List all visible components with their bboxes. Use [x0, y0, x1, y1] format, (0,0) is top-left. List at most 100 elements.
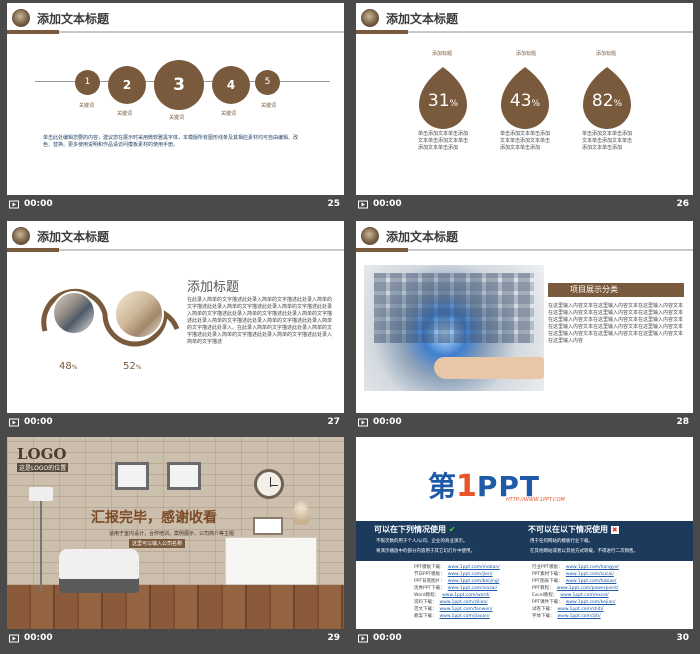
play-icon[interactable]	[358, 633, 368, 643]
slide-footer: 00:00 29	[7, 629, 344, 648]
slide-30[interactable]: 第1PPT HTTP://WWW.1PPT.COM 可以在下列情况使用 ✔ 不可…	[356, 437, 693, 629]
link-row: 资料下载： www.1ppt.com/ziliao/	[414, 599, 524, 606]
link-url[interactable]: www.1ppt.com/shiti/	[558, 607, 604, 612]
section-heading: 添加标题	[187, 280, 240, 295]
title-underline-accent	[7, 30, 59, 34]
slide-29[interactable]: LOGO 这是LOGO的位置 汇报完毕，感谢收看 适用于室内设计，合作培训，案例…	[7, 437, 344, 629]
link-label: PPT图表下载：	[532, 579, 563, 584]
title-underline-accent	[356, 30, 408, 34]
cross-icon: ✖	[610, 526, 619, 534]
step-label-5: 关键词	[261, 103, 277, 109]
can-use-title: 可以在下列情况使用 ✔	[374, 525, 456, 534]
play-icon[interactable]	[9, 633, 19, 643]
slide-duration: 00:00	[24, 417, 53, 427]
lamp-pole	[40, 501, 42, 591]
link-url[interactable]: www.1ppt.com/moban/	[448, 565, 500, 570]
item-text: 单击添加文本单击添加文本单击添加文本单击添加文本单击添加	[500, 131, 551, 151]
play-icon[interactable]	[358, 199, 368, 209]
link-url[interactable]: www.1ppt.com/excel/	[560, 593, 608, 598]
armchair	[59, 549, 139, 593]
category-body-text: 在这里输入内容文本在这里输入内容文本在这里输入内容文本在这里输入内容文本在这里输…	[548, 303, 684, 344]
link-label: Word教程：	[414, 593, 440, 598]
link-url[interactable]: www.1ppt.com/jieri/	[448, 572, 493, 577]
link-url[interactable]: www.1ppt.com/ziti/	[558, 614, 601, 619]
floor-lamp	[29, 487, 53, 501]
play-icon[interactable]	[9, 417, 19, 427]
link-label: 试卷下载：	[532, 607, 555, 612]
item-label: 添加标题	[596, 51, 617, 57]
link-row: 教案下载： www.1ppt.com/jiaoan/	[414, 613, 524, 620]
percent-value-1: 31%	[427, 91, 459, 111]
logo-subtitle: 这是LOGO的位置	[17, 463, 69, 472]
link-url[interactable]: www.1ppt.com/sucai/	[566, 572, 614, 577]
link-label: PPT课件下载：	[532, 600, 563, 605]
link-row: Excel教程： www.1ppt.com/excel/	[532, 592, 682, 599]
item-label: 添加标题	[516, 51, 537, 57]
link-row: PPT素材下载： www.1ppt.com/sucai/	[532, 571, 682, 578]
photo-hand	[434, 357, 544, 379]
wood-floor	[7, 585, 344, 629]
link-url[interactable]: www.1ppt.com/hangye/	[566, 565, 619, 570]
link-row: PPT模板下载： www.1ppt.com/moban/	[414, 564, 524, 571]
link-url[interactable]: www.1ppt.com/tubiao/	[566, 579, 617, 584]
timeline-step-3: 3	[154, 60, 204, 110]
slide-number: 29	[327, 633, 340, 643]
step-label-4: 关键词	[221, 111, 237, 117]
percent-right: 52%	[123, 361, 142, 372]
item-text: 单击添加文本单击添加文本单击添加文本单击添加文本单击添加	[582, 131, 633, 151]
slide-26[interactable]: 添加文本标题 添加标题 31% 单击添加文本单击添加文本单击添加文本单击添加文本…	[356, 3, 693, 195]
slide-number: 28	[676, 417, 689, 427]
sideboard	[225, 537, 317, 585]
title-underline	[408, 31, 693, 33]
link-url[interactable]: www.1ppt.com/powerpoint/	[557, 586, 619, 591]
link-row: 范文下载： www.1ppt.com/fanwen/	[414, 606, 524, 613]
link-row: PPT教程： www.1ppt.com/powerpoint/	[532, 585, 682, 592]
slide-body-text: 单击此处编辑您要的内容，建议您在展示时采用微软雅黑字体，本模版所有图形线条及其相…	[43, 135, 299, 148]
slide-footer: 00:00 25	[7, 195, 344, 214]
cannot-item-2: 在其他网站或者以其他方式转载，不得进行二次销售。	[530, 549, 638, 554]
link-url[interactable]: www.1ppt.com/kejian/	[566, 600, 616, 605]
slide-27[interactable]: 添加文本标题 48% 52% 添加标题 在此录入简单的文字描述此处录入简单的文字…	[7, 221, 344, 413]
brand-logo: 第1PPT	[428, 469, 541, 504]
title-underline-accent	[7, 248, 59, 252]
can-item-1: 不限次数的用于个人/公司、企业的商业演示。	[376, 539, 468, 544]
title-underline	[59, 249, 344, 251]
cannot-item-1: 用于任何网站的模板行业下载。	[530, 539, 593, 544]
link-label: Excel教程：	[532, 593, 558, 598]
slide-duration: 00:00	[373, 633, 402, 643]
slide-number: 26	[676, 199, 689, 209]
headline-sub: 适用于室内设计，合作培训，案例展示，公司简介等主题	[109, 531, 235, 537]
slide-28[interactable]: 添加文本标题 项目展示分类 在这里输入内容文本在这里输入内容文本在这里输入内容文…	[356, 221, 693, 413]
slide-footer: 00:00 27	[7, 413, 344, 432]
link-row: 字体下载： www.1ppt.com/ziti/	[532, 613, 682, 620]
slide-title: 添加文本标题	[37, 230, 110, 244]
link-url[interactable]: www.1ppt.com/jiaoan/	[440, 614, 490, 619]
section-body-text: 在此录入简单的文字描述此处录入简单的文字描述此处录入简单的文字描述此处录入简单的…	[187, 297, 333, 345]
link-url[interactable]: www.1ppt.com/ziliao/	[440, 600, 488, 605]
title-underline-accent	[356, 248, 408, 252]
slide-footer: 00:00 30	[356, 629, 693, 648]
timeline-step-1: 1	[75, 70, 100, 95]
headline: 汇报完毕，感谢收看	[91, 510, 217, 526]
flower-vase	[293, 501, 309, 525]
slide-duration: 00:00	[373, 199, 402, 209]
link-row: 试卷下载： www.1ppt.com/shiti/	[532, 606, 682, 613]
timeline-step-4: 4	[212, 66, 250, 104]
link-row: PPT课件下载： www.1ppt.com/kejian/	[532, 599, 682, 606]
cannot-use-title: 不可以在以下情况使用 ✖	[528, 525, 619, 534]
link-url[interactable]: www.1ppt.com/xiazai/	[448, 586, 498, 591]
link-label: 字体下载：	[532, 614, 555, 619]
link-url[interactable]: www.1ppt.com/beijing/	[448, 579, 500, 584]
link-label: PPT背景图片：	[414, 579, 445, 584]
step-label-1: 关键词	[79, 103, 95, 109]
link-row: PPT图表下载： www.1ppt.com/tubiao/	[532, 578, 682, 585]
link-url[interactable]: www.1ppt.com/fanwen/	[440, 607, 493, 612]
link-label: 范文下载：	[414, 607, 437, 612]
play-icon[interactable]	[358, 417, 368, 427]
play-icon[interactable]	[9, 199, 19, 209]
header-logo-icon	[12, 9, 30, 27]
link-url[interactable]: www.1ppt.com/word/	[442, 593, 490, 598]
header-logo-icon	[361, 227, 379, 245]
slide-25[interactable]: 添加文本标题 1 2 3 4 5 关键词 关键词 关键词 关键词 关键词 单击此…	[7, 3, 344, 195]
percent-value-2: 43%	[509, 91, 541, 111]
